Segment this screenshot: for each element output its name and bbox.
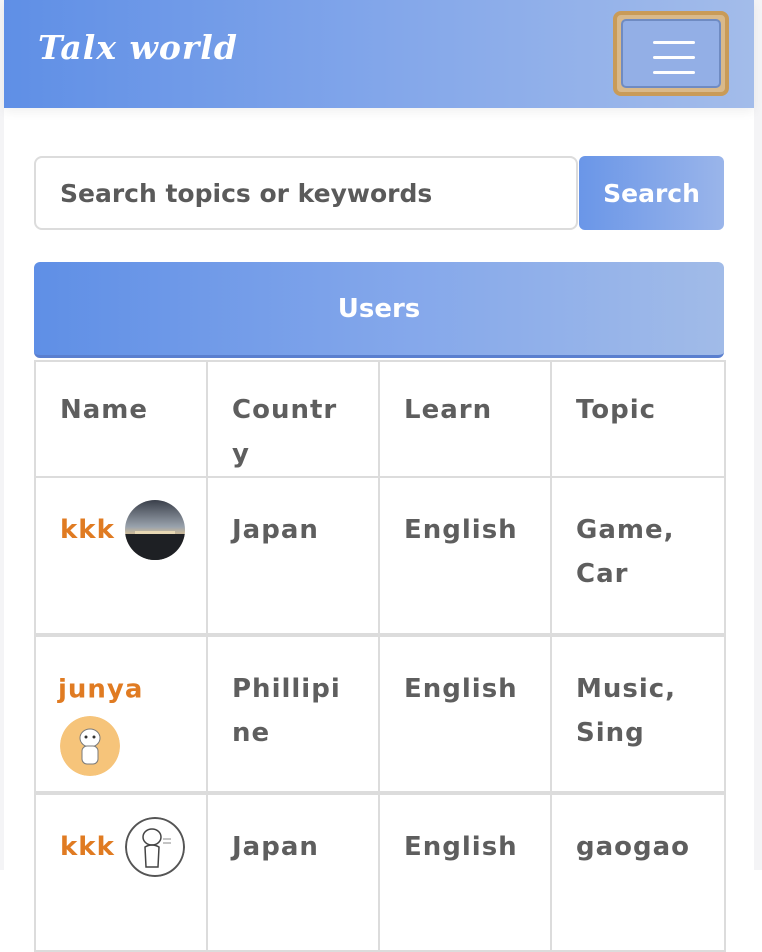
topic-cell: Music, Sing — [550, 633, 726, 794]
topic-cell: gaogao — [550, 791, 726, 952]
user-name-cell: junya — [34, 633, 208, 794]
table-row[interactable]: junya Phillipine English Music, Sing — [34, 633, 726, 794]
table-row[interactable]: kkk Japan English Game, Car — [34, 476, 726, 636]
user-name-cell: kkk — [34, 476, 208, 636]
users-section-header: Users — [34, 262, 724, 358]
country-cell: Japan — [206, 476, 380, 636]
navbar: Talx world — [4, 0, 754, 108]
table-row[interactable]: kkk Japan English gaogao — [34, 791, 726, 952]
column-header-topic: Topic — [550, 360, 726, 478]
user-name-cell: kkk — [34, 791, 208, 952]
search-input[interactable] — [34, 156, 578, 230]
user-name-link[interactable]: kkk — [60, 832, 115, 862]
scrollbar-track[interactable] — [754, 0, 762, 870]
column-header-name: Name — [34, 360, 208, 478]
topic-cell: Game, Car — [550, 476, 726, 636]
sunset-photo-avatar[interactable] — [124, 500, 185, 560]
user-name-link[interactable]: junya — [58, 675, 143, 705]
left-edge — [0, 0, 4, 870]
brand-logo[interactable]: Talx world — [38, 28, 238, 67]
country-cell: Phillipine — [206, 633, 380, 794]
learn-cell: English — [378, 633, 552, 794]
table-header-row: Name Country Learn Topic — [34, 360, 726, 478]
users-table: Name Country Learn Topic kkk Japan Engli… — [34, 360, 726, 952]
column-header-learn: Learn — [378, 360, 552, 478]
cartoon-character-avatar[interactable] — [60, 715, 120, 776]
column-header-country: Country — [206, 360, 380, 478]
search-button[interactable]: Search — [579, 156, 724, 230]
hamburger-menu-icon — [621, 19, 721, 88]
sketch-character-avatar[interactable] — [124, 817, 185, 877]
menu-toggle-button[interactable] — [613, 11, 729, 96]
learn-cell: English — [378, 791, 552, 952]
user-name-link[interactable]: kkk — [60, 515, 115, 545]
country-cell: Japan — [206, 791, 380, 952]
learn-cell: English — [378, 476, 552, 636]
